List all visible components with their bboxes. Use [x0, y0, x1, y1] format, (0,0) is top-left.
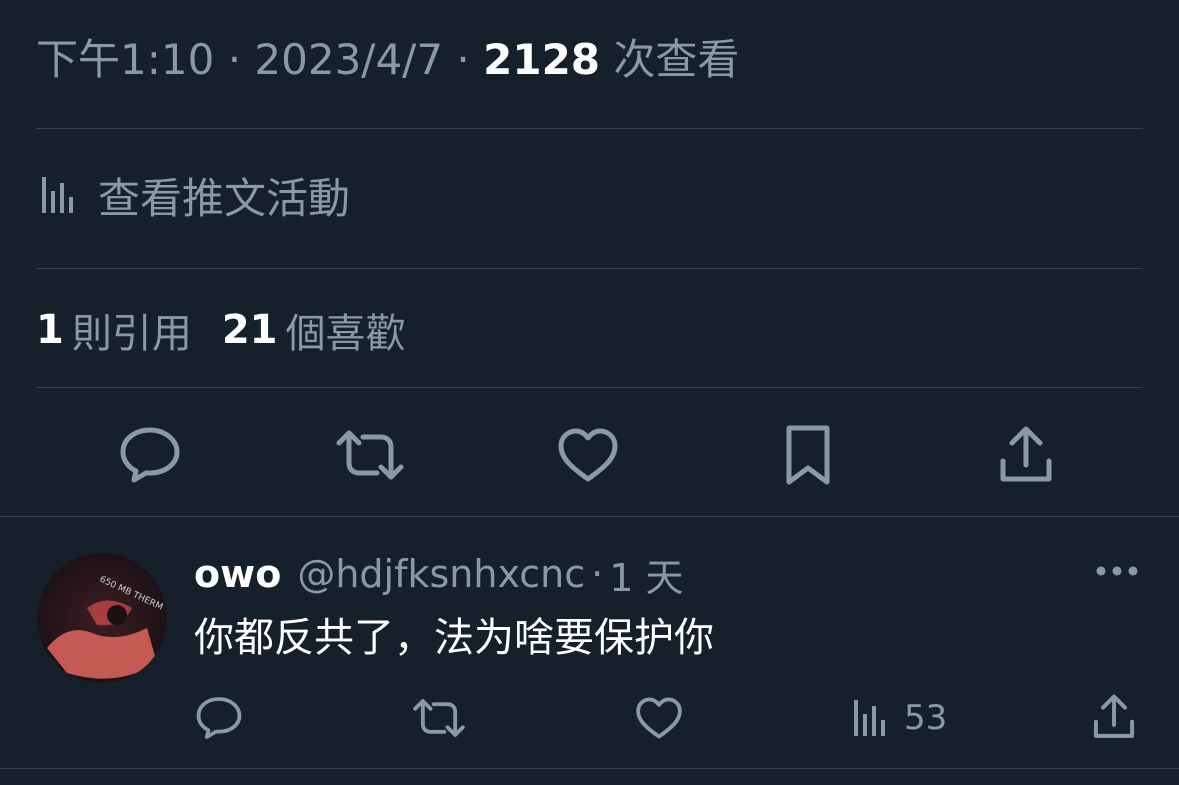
- heart-icon: [635, 696, 683, 740]
- share-icon: [998, 425, 1054, 485]
- likes-label[interactable]: 個喜歡: [286, 301, 406, 359]
- speech-bubble-icon: [195, 696, 243, 740]
- retweet-icon: [412, 698, 466, 738]
- reply-handle[interactable]: @hdjfksnhxcnc: [297, 552, 585, 596]
- divider: [36, 128, 1143, 129]
- divider: [0, 768, 1179, 769]
- more-options-button[interactable]: [1094, 556, 1140, 586]
- meta-dot: ·: [227, 35, 242, 84]
- divider: [36, 268, 1143, 269]
- meta-dot: ·: [456, 35, 470, 84]
- reply-text: 你都反共了，法为啥要保护你: [194, 615, 714, 661]
- reply-views-button[interactable]: 53: [852, 690, 972, 746]
- heart-icon: [557, 427, 619, 483]
- reply-age[interactable]: 1 天: [609, 547, 683, 602]
- reply-share-button[interactable]: [1084, 688, 1144, 746]
- tweet-meta: 下午1:10 · 2023/4/7 · 2128 次查看: [36, 30, 739, 90]
- reply-like-button[interactable]: [628, 690, 690, 746]
- speech-bubble-icon: [119, 426, 181, 484]
- analytics-icon: [40, 175, 76, 215]
- divider: [0, 516, 1179, 517]
- retweet-button[interactable]: [330, 420, 410, 490]
- reply-reply-button[interactable]: [188, 690, 250, 746]
- bookmark-button[interactable]: [770, 418, 846, 492]
- avatar[interactable]: 650 MB THERM: [37, 553, 167, 683]
- quotes-label[interactable]: 則引用: [72, 301, 192, 359]
- like-button[interactable]: [550, 420, 626, 490]
- bookmark-icon: [785, 424, 831, 486]
- share-button[interactable]: [988, 418, 1064, 492]
- tweet-time[interactable]: 下午1:10: [36, 35, 214, 84]
- tweet-date[interactable]: 2023/4/7: [254, 35, 443, 84]
- retweet-icon: [335, 429, 405, 481]
- reply-view-count: 53: [904, 698, 948, 738]
- more-horizontal-icon: [1094, 556, 1140, 586]
- reply-header: owo @hdjfksnhxcnc · 1 天: [194, 546, 684, 602]
- view-count-label: 次查看: [613, 35, 740, 84]
- divider: [36, 387, 1143, 388]
- share-icon: [1092, 693, 1136, 741]
- reply-retweet-button[interactable]: [406, 690, 472, 746]
- reply-button[interactable]: [112, 420, 188, 490]
- meta-dot: ·: [591, 552, 604, 596]
- view-activity-link[interactable]: 查看推文活動: [40, 165, 350, 225]
- view-count: 2128: [483, 35, 601, 84]
- reply-display-name[interactable]: owo: [194, 552, 281, 596]
- engagement-stats: 1 則引用 21 個喜歡: [36, 300, 436, 360]
- likes-count[interactable]: 21: [222, 307, 278, 353]
- analytics-icon: [852, 698, 888, 738]
- quotes-count[interactable]: 1: [36, 307, 64, 353]
- activity-label: 查看推文活動: [98, 173, 351, 223]
